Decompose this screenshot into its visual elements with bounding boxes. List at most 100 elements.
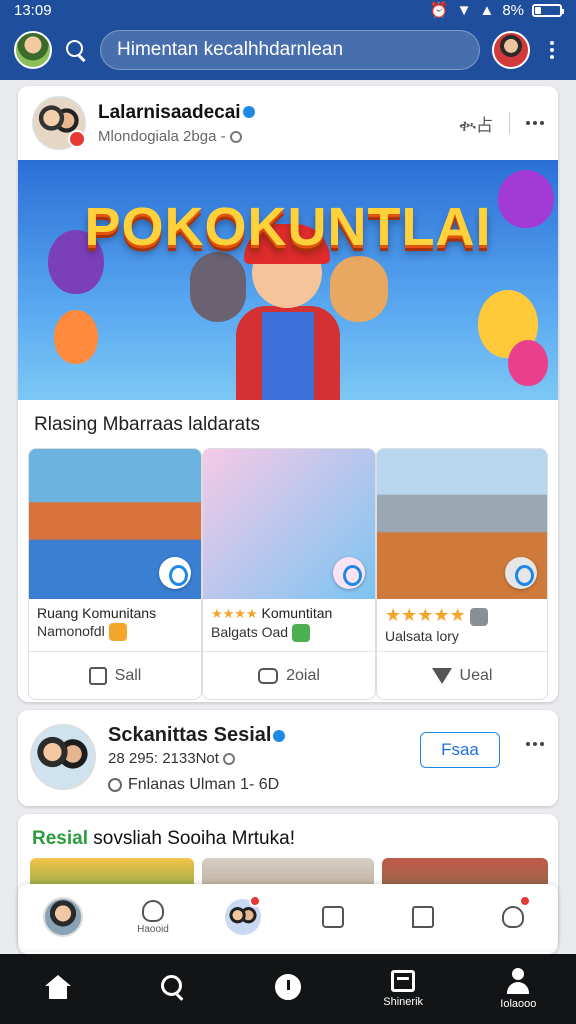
- status-time: 13:09: [14, 1, 52, 19]
- page-avatar[interactable]: [30, 724, 96, 790]
- community-title: Komuntitan: [261, 605, 333, 621]
- share-icon: [431, 667, 452, 684]
- page-more-icon[interactable]: [526, 742, 544, 746]
- rating-stars: ★★★★: [211, 606, 258, 621]
- balloon-decoration: [54, 310, 98, 364]
- more-options-icon[interactable]: [542, 41, 562, 59]
- post-card: Lalarnisaadecai Mlondogiala 2bga - ቊ占 PO…: [18, 86, 558, 702]
- shortcut-news[interactable]: [303, 889, 363, 945]
- signal-icon: ▲: [479, 1, 495, 19]
- community-title: Ruang Komunitans: [37, 605, 157, 621]
- notification-dot: [249, 895, 261, 907]
- nav-shop-label: Shinerik: [383, 996, 424, 1008]
- post-more-icon[interactable]: [526, 121, 544, 125]
- battery-icon: [532, 3, 564, 17]
- shortcut-home-label: Haooid: [137, 923, 169, 935]
- community-subtitle: Namonofdl: [37, 623, 105, 639]
- feed-title-highlight: Resial: [32, 828, 88, 849]
- pet-illustration: [190, 252, 246, 322]
- wifi-icon: ▼: [456, 1, 472, 19]
- category-icon: [292, 624, 311, 643]
- verified-icon: [242, 106, 255, 119]
- divider: [509, 112, 510, 134]
- live-badge: [68, 130, 86, 148]
- community-card[interactable]: Ruang Komunitans Namonofdl Sall: [28, 448, 202, 700]
- community-subtitle: Balgats Oad: [211, 624, 289, 640]
- shortcut-friends[interactable]: [213, 889, 273, 945]
- nav-profile-label: Iolaooo: [500, 998, 537, 1010]
- search-input[interactable]: Himentan kecalhhdarnlean: [100, 30, 480, 70]
- message-icon: [412, 906, 434, 928]
- page-location: Fnlanas Ulman 1-: [128, 776, 255, 793]
- shortcut-bar: Haooid: [18, 884, 558, 950]
- nav-shop[interactable]: Shinerik: [358, 959, 448, 1019]
- comment-label: 2oial: [286, 666, 320, 684]
- status-bar: 13:09 ⏰ ▼ ▲ 8%: [0, 0, 576, 20]
- globe-icon: [223, 753, 236, 766]
- music-icon[interactable]: [333, 557, 365, 589]
- nav-home[interactable]: [13, 959, 103, 1019]
- shortcut-messages[interactable]: [393, 889, 453, 945]
- post-header: Lalarnisaadecai Mlondogiala 2bga - ቊ占: [18, 86, 558, 160]
- top-app-bar: Himentan kecalhhdarnlean: [0, 20, 576, 80]
- chat-bubble-icon[interactable]: [159, 557, 191, 589]
- post-banner-image[interactable]: POKOKUNTLAI: [18, 160, 558, 400]
- post-meta: Mlondogiala 2bga -: [98, 127, 226, 145]
- home-icon: [44, 975, 71, 999]
- banner-title: POKOKUNTLAI: [84, 197, 492, 257]
- search-icon[interactable]: [64, 38, 88, 62]
- notification-dot: [519, 895, 531, 907]
- profile-icon: [505, 968, 531, 994]
- feed-title: sovsliah Sooiha Mrtuka!: [93, 828, 295, 849]
- post-action-label[interactable]: ቊ占: [459, 111, 493, 136]
- share-label: Ueal: [459, 666, 493, 684]
- community-thumbnail: [377, 449, 547, 599]
- search-icon: [160, 975, 185, 999]
- globe-icon: [229, 130, 242, 143]
- clock-icon: [274, 974, 301, 1000]
- nav-activity[interactable]: [243, 959, 333, 1019]
- verified-icon: [273, 729, 286, 742]
- newspaper-icon: [322, 906, 344, 928]
- comment-icon: [258, 667, 279, 684]
- community-card[interactable]: ★★★★★ Ualsata lory Ueal: [376, 448, 548, 700]
- location-icon: [108, 777, 122, 792]
- page-name[interactable]: Sckanittas Sesial: [108, 724, 271, 746]
- nav-search[interactable]: [128, 959, 218, 1019]
- nav-profile[interactable]: Iolaooo: [473, 959, 563, 1019]
- add-icon[interactable]: [469, 608, 488, 627]
- alert-icon: [502, 906, 524, 928]
- thumbs-up-icon: [88, 666, 107, 685]
- section-title: Rlasing Mbarraas laldarats: [34, 414, 260, 435]
- pet-illustration: [330, 256, 388, 322]
- follow-button[interactable]: Fsaa: [420, 732, 500, 768]
- like-button[interactable]: Sall: [29, 651, 201, 699]
- shop-icon: [391, 970, 416, 992]
- community-subtitle: Ualsata lory: [385, 628, 459, 645]
- search-input-text: Himentan kecalhhdarnlean: [117, 39, 344, 60]
- car-icon[interactable]: [505, 557, 537, 589]
- comment-button[interactable]: 2oial: [203, 651, 375, 699]
- page-stats: 28 295: 2133Not: [108, 750, 219, 767]
- bottom-navigation: Shinerik Iolaooo: [0, 954, 576, 1024]
- post-author[interactable]: Lalarnisaadecai: [98, 102, 241, 123]
- flower-icon: [142, 899, 164, 922]
- alarm-icon: ⏰: [429, 2, 449, 19]
- shortcut-profile[interactable]: [33, 889, 93, 945]
- share-button[interactable]: Ueal: [377, 651, 547, 699]
- community-thumbnail: [29, 449, 201, 599]
- like-label: Sall: [114, 666, 142, 684]
- app-logo-avatar[interactable]: [14, 31, 52, 69]
- community-thumbnail: [203, 449, 375, 599]
- community-card[interactable]: ★★★★ Komuntitan Balgats Oad 2oial: [202, 448, 376, 700]
- shortcut-home[interactable]: Haooid: [123, 889, 183, 945]
- rating-stars: ★★★★★: [385, 605, 466, 625]
- balloon-decoration: [508, 340, 548, 386]
- shortcut-alerts[interactable]: [483, 889, 543, 945]
- page-suggestion-card: Sckanittas Sesial 28 295: 2133Not Fnlana…: [18, 710, 558, 806]
- my-avatar: [43, 897, 83, 937]
- author-avatar[interactable]: [32, 96, 86, 150]
- category-icon: [108, 623, 127, 642]
- battery-level: 8%: [502, 1, 524, 19]
- profile-avatar[interactable]: [492, 31, 530, 69]
